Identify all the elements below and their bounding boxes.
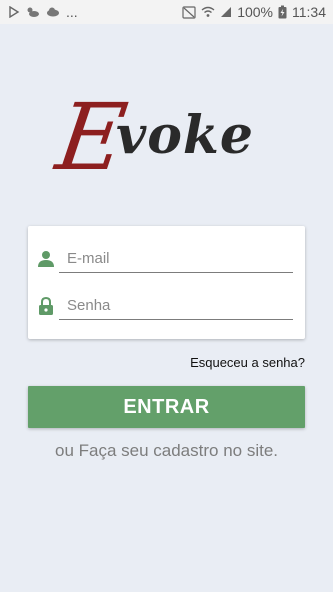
more-notifications-indicator: ...	[66, 4, 78, 20]
status-bar: ... 100% 11:34	[0, 0, 333, 24]
signup-link[interactable]: ou Faça seu cadastro no site.	[0, 441, 333, 461]
enter-button[interactable]: ENTRAR	[28, 386, 305, 428]
play-store-icon	[8, 6, 20, 18]
status-time: 11:34	[292, 4, 326, 20]
password-input[interactable]	[59, 292, 293, 320]
wifi-icon	[201, 6, 215, 18]
email-input[interactable]	[59, 245, 293, 273]
status-left: ...	[0, 4, 78, 20]
email-field-row	[28, 237, 305, 283]
weather-cloud-sun-icon	[26, 6, 40, 18]
lock-icon	[37, 296, 55, 316]
signal-icon	[220, 6, 232, 18]
forgot-password-link[interactable]: Esqueceu a senha?	[190, 355, 305, 370]
mute-icon	[182, 5, 196, 19]
battery-percent: 100%	[237, 4, 273, 20]
status-right: 100% 11:34	[182, 4, 333, 20]
person-icon	[37, 249, 55, 269]
cloud-icon	[46, 7, 60, 17]
logo-wordmark: voke	[116, 105, 255, 166]
battery-charging-icon	[278, 5, 287, 19]
login-card	[28, 226, 305, 339]
password-field-row	[28, 284, 305, 330]
evoke-logo: E voke	[51, 84, 278, 191]
